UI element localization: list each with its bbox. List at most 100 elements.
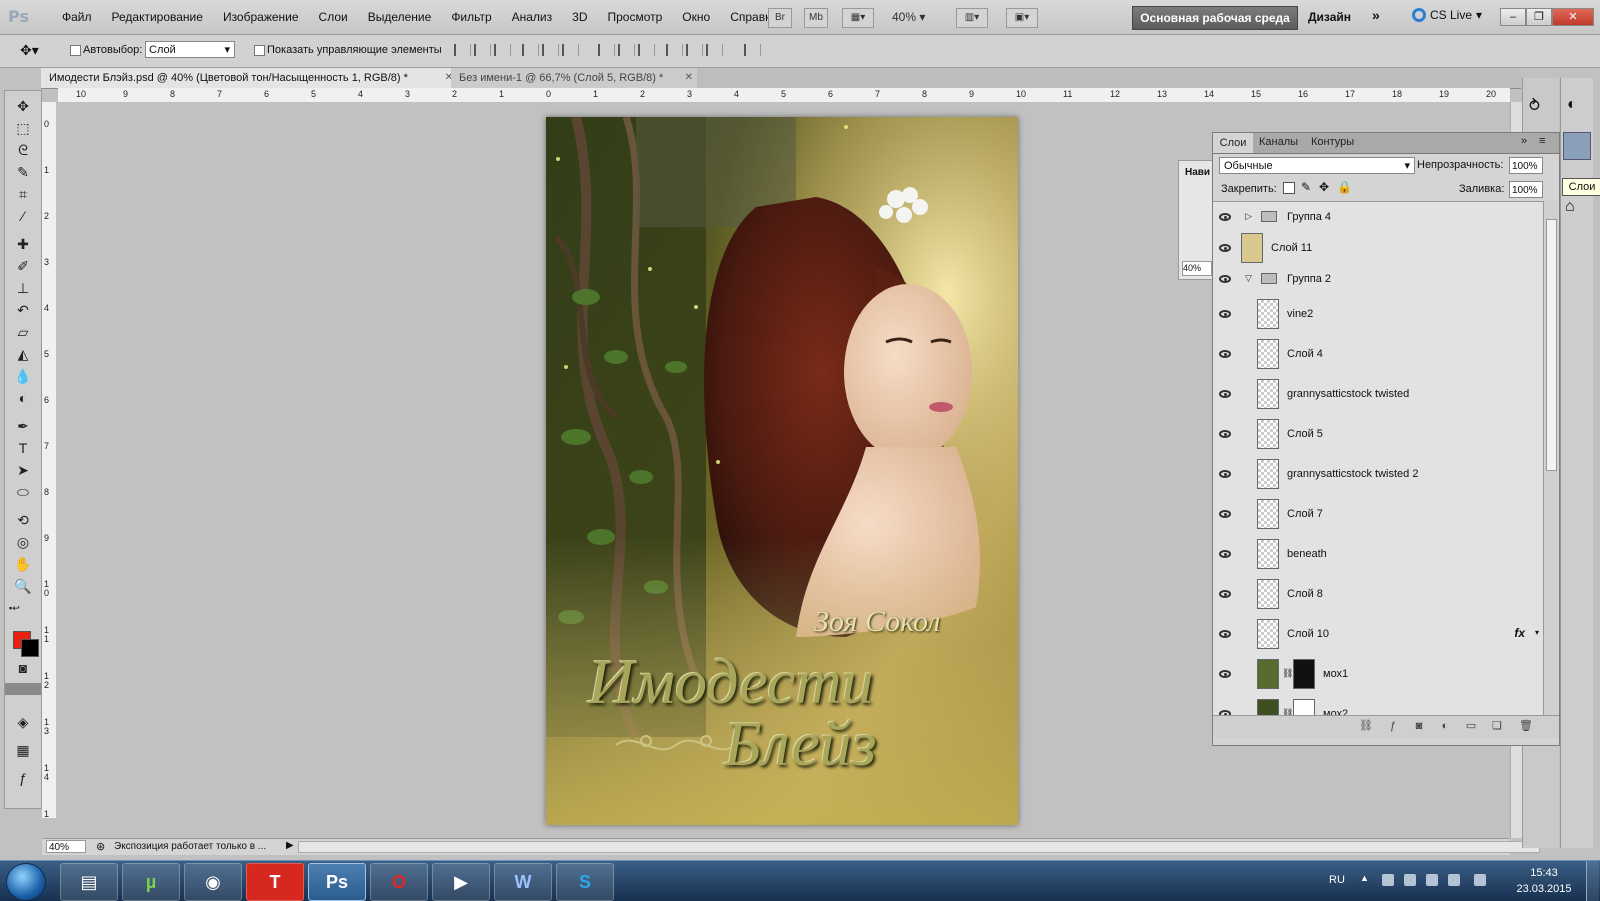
layer-row-group2[interactable]: ▽ Группа 2 <box>1213 264 1543 295</box>
zoom-select[interactable]: 40% ▾ <box>892 10 925 24</box>
media-player-icon[interactable]: ▶ <box>432 863 490 901</box>
expand-effects-icon[interactable]: ▾ <box>1535 628 1539 637</box>
opacity-field[interactable]: 100% <box>1509 157 1543 174</box>
align-left-icon[interactable] <box>522 44 539 56</box>
scrollbar-thumb[interactable] <box>1546 219 1557 471</box>
paint-bucket-tool-icon[interactable]: ◭ <box>13 345 33 363</box>
masks-panel-icon[interactable]: ⌂ <box>1565 198 1575 216</box>
visibility-eye-icon[interactable] <box>1219 550 1231 558</box>
t-app-icon[interactable]: T <box>246 863 304 901</box>
close-icon[interactable]: ✕ <box>1552 8 1594 26</box>
autoselect-checkbox[interactable] <box>70 45 81 56</box>
tab-layers[interactable]: Слои <box>1213 133 1253 153</box>
skype-icon[interactable]: S <box>556 863 614 901</box>
align-top-icon[interactable] <box>454 44 471 56</box>
layer-row-layer11[interactable]: Слой 11 <box>1213 232 1543 265</box>
layer-row-mox2[interactable]: ⛓ мох2 <box>1213 694 1543 716</box>
marquee-tool-icon[interactable]: ⬚ <box>13 119 33 137</box>
layer-mask-thumbnail[interactable] <box>1293 699 1315 716</box>
book-cover-artwork[interactable]: Зоя Сокол Имодести Блейз <box>546 117 1018 825</box>
visibility-eye-icon[interactable] <box>1219 213 1231 221</box>
system-clock[interactable]: 15:43 23.03.2015 <box>1512 865 1576 897</box>
history-brush-tool-icon[interactable]: ↶ <box>13 301 33 319</box>
eraser-tool-icon[interactable]: ▱ <box>13 323 33 341</box>
tab-document-untitled[interactable]: Без имени-1 @ 66,7% (Слой 5, RGB/8) * ✕ <box>451 68 697 88</box>
collapse-arrow-icon[interactable]: ▽ <box>1245 273 1252 284</box>
panel-menu-icon[interactable]: ≡ <box>1539 135 1545 147</box>
layer-row-mox1[interactable]: ⛓ мох1 <box>1213 654 1543 695</box>
link-layers-icon[interactable]: ⛓ <box>1359 720 1373 732</box>
more-workspaces-button[interactable]: » <box>1372 7 1380 23</box>
panel-collapse-strip[interactable] <box>5 683 41 695</box>
layer-row-layer5[interactable]: Слой 5 <box>1213 414 1543 455</box>
adjustments-panel-icon[interactable]: ◐ <box>1567 96 1577 114</box>
type-tool-icon[interactable]: T <box>13 439 33 457</box>
lock-position-icon[interactable]: ✥ <box>1319 180 1329 194</box>
3d-orbit-tool-icon[interactable]: ◎ <box>13 533 33 551</box>
workspace-essentials-button[interactable]: Основная рабочая среда <box>1132 6 1298 30</box>
pen-tool-icon[interactable]: ✒ <box>13 417 33 435</box>
lasso-tool-icon[interactable]: ᘓ <box>13 141 33 159</box>
blur-tool-icon[interactable]: 💧 <box>13 367 33 385</box>
align-vertical-center-icon[interactable] <box>474 44 491 56</box>
path-selection-tool-icon[interactable]: ➤ <box>13 461 33 479</box>
visibility-eye-icon[interactable] <box>1219 510 1231 518</box>
visibility-eye-icon[interactable] <box>1219 430 1231 438</box>
layer-row-vine2[interactable]: vine2 <box>1213 294 1543 335</box>
healing-brush-tool-icon[interactable]: ✚ <box>13 235 33 253</box>
distribute-right-icon[interactable] <box>706 44 723 56</box>
menu-3d[interactable]: 3D <box>562 10 597 24</box>
menu-file[interactable]: Файл <box>52 10 102 24</box>
align-right-icon[interactable] <box>562 44 579 56</box>
eyedropper-tool-icon[interactable]: ⁄ <box>13 207 33 225</box>
network-icon[interactable] <box>1426 874 1438 886</box>
close-icon[interactable]: ✕ <box>685 68 693 88</box>
arrange-documents-icon[interactable]: ▥▾ <box>956 8 988 28</box>
history-panel-icon[interactable]: ⥁ <box>1529 96 1540 116</box>
status-menu-arrow-icon[interactable]: ▶ <box>286 840 294 851</box>
styles-panel-icon[interactable]: ƒ <box>13 769 33 787</box>
menu-layers[interactable]: Слои <box>309 10 358 24</box>
zoom-level-field[interactable]: 40% <box>46 840 86 853</box>
visibility-eye-icon[interactable] <box>1219 350 1231 358</box>
hand-tool-icon[interactable]: ✋ <box>13 555 33 573</box>
menu-select[interactable]: Выделение <box>358 10 442 24</box>
align-horizontal-center-icon[interactable] <box>542 44 559 56</box>
quick-selection-tool-icon[interactable]: ✎ <box>13 163 33 181</box>
distribute-top-icon[interactable] <box>598 44 615 56</box>
layers-panel-icon[interactable] <box>1563 132 1591 160</box>
explorer-icon[interactable]: ▤ <box>60 863 118 901</box>
brush-tool-icon[interactable]: ✐ <box>13 257 33 275</box>
blend-mode-dropdown[interactable]: Обычные ▾ <box>1219 157 1415 174</box>
language-indicator[interactable]: RU <box>1329 874 1345 886</box>
new-layer-icon[interactable]: ❏ <box>1491 720 1503 732</box>
utorrent-icon[interactable]: µ <box>122 863 180 901</box>
visibility-eye-icon[interactable] <box>1219 310 1231 318</box>
distribute-horizontal-center-icon[interactable] <box>686 44 703 56</box>
horizontal-scrollbar[interactable] <box>298 841 1540 853</box>
layer-row-layer8[interactable]: Слой 8 <box>1213 574 1543 615</box>
lock-all-icon[interactable]: 🔒 <box>1337 180 1352 194</box>
quick-mask-icon[interactable]: ◙ <box>13 659 33 677</box>
add-layer-style-icon[interactable]: ƒ <box>1387 720 1399 732</box>
navigator-zoom-field[interactable]: 40% <box>1182 261 1212 276</box>
fill-field[interactable]: 100% <box>1509 181 1543 198</box>
tray-app-icon[interactable] <box>1474 874 1486 886</box>
mask-link-icon[interactable]: ⛓ <box>1282 668 1293 679</box>
layer-row-layer4[interactable]: Слой 4 <box>1213 334 1543 375</box>
layer-row-grannysatticstock-twisted[interactable]: grannysatticstock twisted <box>1213 374 1543 415</box>
tab-document-imodesti[interactable]: Имодести Блэйз.psd @ 40% (Цветовой тон/Н… <box>41 68 458 88</box>
action-center-icon[interactable] <box>1382 874 1394 886</box>
bridge-button[interactable]: Br <box>768 8 792 28</box>
photoshop-icon[interactable]: Ps <box>308 863 366 901</box>
layer-effects-icon[interactable]: fx <box>1514 626 1525 640</box>
volume-icon[interactable] <box>1448 874 1460 886</box>
power-icon[interactable] <box>1404 874 1416 886</box>
crop-tool-icon[interactable]: ⌗ <box>13 185 33 203</box>
start-button[interactable] <box>6 863 46 901</box>
auto-align-layers-icon[interactable] <box>744 44 761 56</box>
clone-stamp-tool-icon[interactable]: ⊥ <box>13 279 33 297</box>
layers-scrollbar[interactable] <box>1543 201 1558 715</box>
opera-icon[interactable]: O <box>370 863 428 901</box>
restore-icon[interactable]: ❐ <box>1526 8 1552 26</box>
